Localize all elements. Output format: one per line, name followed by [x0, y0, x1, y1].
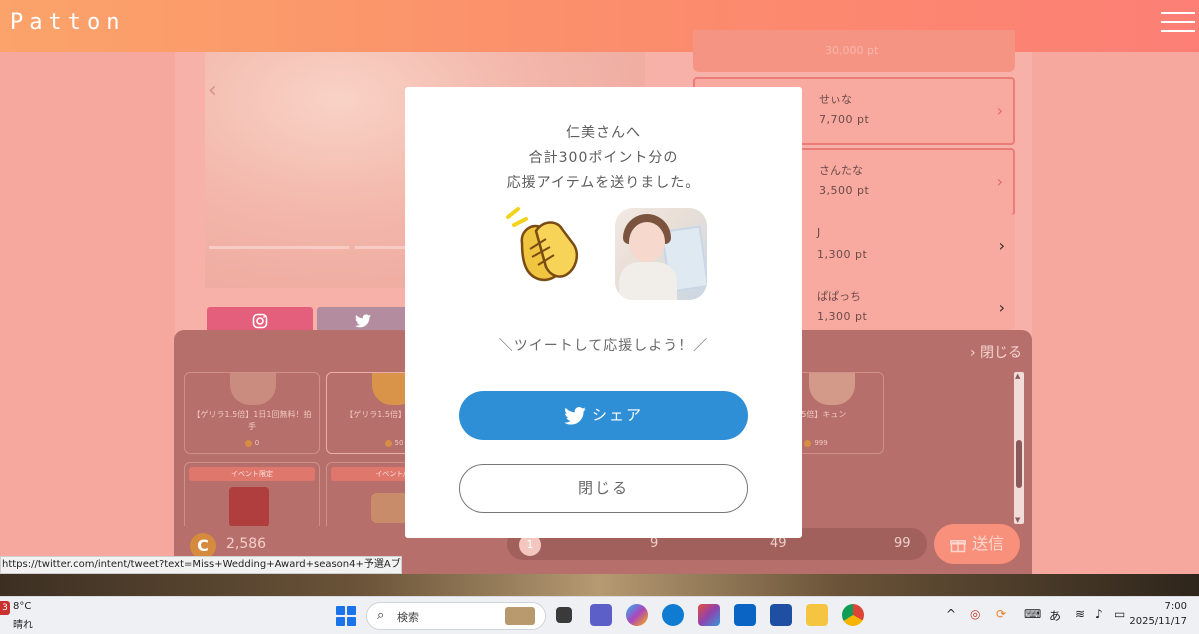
chevron-right-icon: ›	[996, 101, 1003, 120]
quantity-tick: 49	[770, 536, 787, 551]
modal-message-line: 合計300ポイント分の	[528, 150, 679, 166]
microsoft-365-icon[interactable]	[698, 604, 720, 626]
dress-gift-image	[229, 487, 269, 526]
gift-card[interactable]: 【ゲリラ1.5倍】1日1回無料！拍手 0	[184, 372, 320, 454]
search-highlight-image	[505, 607, 535, 625]
weather-badge[interactable]: 3	[0, 601, 10, 615]
logo[interactable]: Patton	[10, 10, 125, 35]
keyboard-icon[interactable]: ⌨	[1024, 607, 1041, 621]
share-button[interactable]: シェア	[459, 391, 748, 440]
ranking-name: ぱぱっち	[817, 290, 861, 303]
gift-icon	[950, 539, 966, 552]
modal-message-line: 応援アイテムを送りました。	[506, 175, 701, 191]
gift-cost: 0	[185, 439, 319, 447]
gift-cost-value: 0	[254, 439, 260, 447]
scroll-up-icon[interactable]: ▲	[1015, 372, 1020, 380]
coin-icon	[384, 439, 392, 447]
ranking-points: 1,300 pt	[817, 310, 868, 323]
modal-close-button[interactable]: 閉じる	[459, 464, 748, 513]
search-placeholder: 検索	[397, 611, 419, 624]
coin-balance: 2,586	[226, 536, 267, 552]
ranking-name: せぃな	[819, 93, 852, 106]
search-icon: ⌕	[377, 608, 385, 623]
outlook-icon[interactable]	[734, 604, 756, 626]
gift-cost-value: 50	[394, 439, 404, 447]
carousel-indicator[interactable]	[209, 246, 349, 249]
carousel-prev-icon[interactable]: ‹	[208, 78, 217, 103]
ranking-top-points: 30,000 pt	[825, 44, 879, 57]
edge-icon[interactable]	[662, 604, 684, 626]
tweet-prompt: ＼ツイートして応援しよう！／	[498, 338, 709, 354]
gift-name: 【ゲリラ1.5倍】1日1回無料！拍手	[192, 410, 312, 431]
clock-time[interactable]: 7:00	[1165, 601, 1187, 612]
battery-icon[interactable]: ▭	[1114, 607, 1125, 621]
ime-indicator[interactable]: あ	[1049, 607, 1061, 624]
ranking-points: 1,300 pt	[817, 248, 868, 261]
gift-cost-value: 999	[814, 439, 828, 447]
store-icon[interactable]	[770, 604, 792, 626]
ranking-points: 3,500 pt	[819, 184, 870, 197]
weather-temperature[interactable]: 8°C	[13, 601, 31, 612]
chevron-right-icon: ›	[998, 298, 1005, 317]
send-button[interactable]: 送信	[934, 524, 1020, 564]
teams-icon[interactable]	[590, 604, 612, 626]
share-label: シェア	[591, 406, 643, 424]
windows-start-icon[interactable]	[336, 606, 356, 626]
tray-chevron-up-icon[interactable]: ^	[946, 607, 956, 621]
twitter-icon	[564, 406, 586, 425]
event-limited-tag: イベント限定	[189, 467, 315, 481]
file-explorer-icon[interactable]	[806, 604, 828, 626]
chevron-right-icon: ›	[998, 236, 1005, 255]
volume-icon[interactable]: ♪	[1095, 607, 1103, 621]
carousel-indicator[interactable]	[355, 246, 405, 249]
modal-message-line: 仁美さんへ	[566, 125, 641, 141]
photo-body	[619, 262, 677, 300]
taskbar: 3 8°C 晴れ ⌕ 検索 ^ ◎ ⟳ ⌨ あ ≋ ♪ ▭ 7:00 2025/…	[0, 596, 1199, 634]
quantity-tick: 9	[650, 536, 659, 551]
send-label: 送信	[971, 534, 1004, 553]
task-view-icon[interactable]	[556, 607, 572, 623]
quantity-tick: 99	[894, 536, 911, 551]
coin-icon	[244, 439, 252, 447]
instagram-icon	[252, 313, 268, 328]
gift-sent-modal: 仁美さんへ 合計300ポイント分の 応援アイテムを送りました。 ＼ツイートして応…	[405, 87, 802, 538]
wifi-icon[interactable]: ≋	[1075, 607, 1085, 621]
ranking-name: さんたな	[819, 164, 863, 177]
ranking-points: 7,700 pt	[819, 113, 870, 126]
panel-close-button[interactable]: › 閉じる	[970, 342, 1022, 362]
desktop-wallpaper	[0, 574, 1199, 596]
twitter-icon	[355, 313, 371, 327]
status-url: https://twitter.com/intent/tweet?text=Mi…	[0, 556, 402, 574]
instagram-button[interactable]	[207, 307, 313, 331]
photo-face	[629, 222, 665, 262]
tray-sync-icon[interactable]: ◎	[970, 607, 980, 621]
clock-date[interactable]: 2025/11/17	[1129, 616, 1187, 627]
tray-update-icon[interactable]: ⟳	[996, 607, 1006, 621]
kyun-gift-image	[809, 373, 855, 405]
panel-close-label: 閉じる	[980, 345, 1022, 361]
clap-gift-image	[230, 373, 276, 405]
copilot-icon[interactable]	[626, 604, 648, 626]
recipient-photo	[615, 208, 707, 300]
gift-card[interactable]: イベント限定	[184, 462, 320, 526]
clap-icon	[506, 207, 578, 282]
gift-scrollbar[interactable]: ▲ ▼	[1014, 372, 1024, 524]
taskbar-search[interactable]: ⌕ 検索	[366, 602, 546, 630]
weather-description[interactable]: 晴れ	[13, 616, 33, 631]
coin-icon	[804, 439, 812, 447]
hamburger-menu-icon[interactable]	[1161, 12, 1195, 34]
scroll-thumb[interactable]	[1016, 440, 1022, 488]
chrome-icon[interactable]	[842, 604, 864, 626]
twitter-button[interactable]	[317, 307, 409, 331]
ranking-name: J	[817, 226, 821, 239]
modal-message: 仁美さんへ 合計300ポイント分の 応援アイテムを送りました。	[405, 121, 802, 196]
app-header: Patton	[0, 0, 1199, 52]
scroll-down-icon[interactable]: ▼	[1015, 516, 1020, 524]
chevron-right-icon: ›	[996, 172, 1003, 191]
